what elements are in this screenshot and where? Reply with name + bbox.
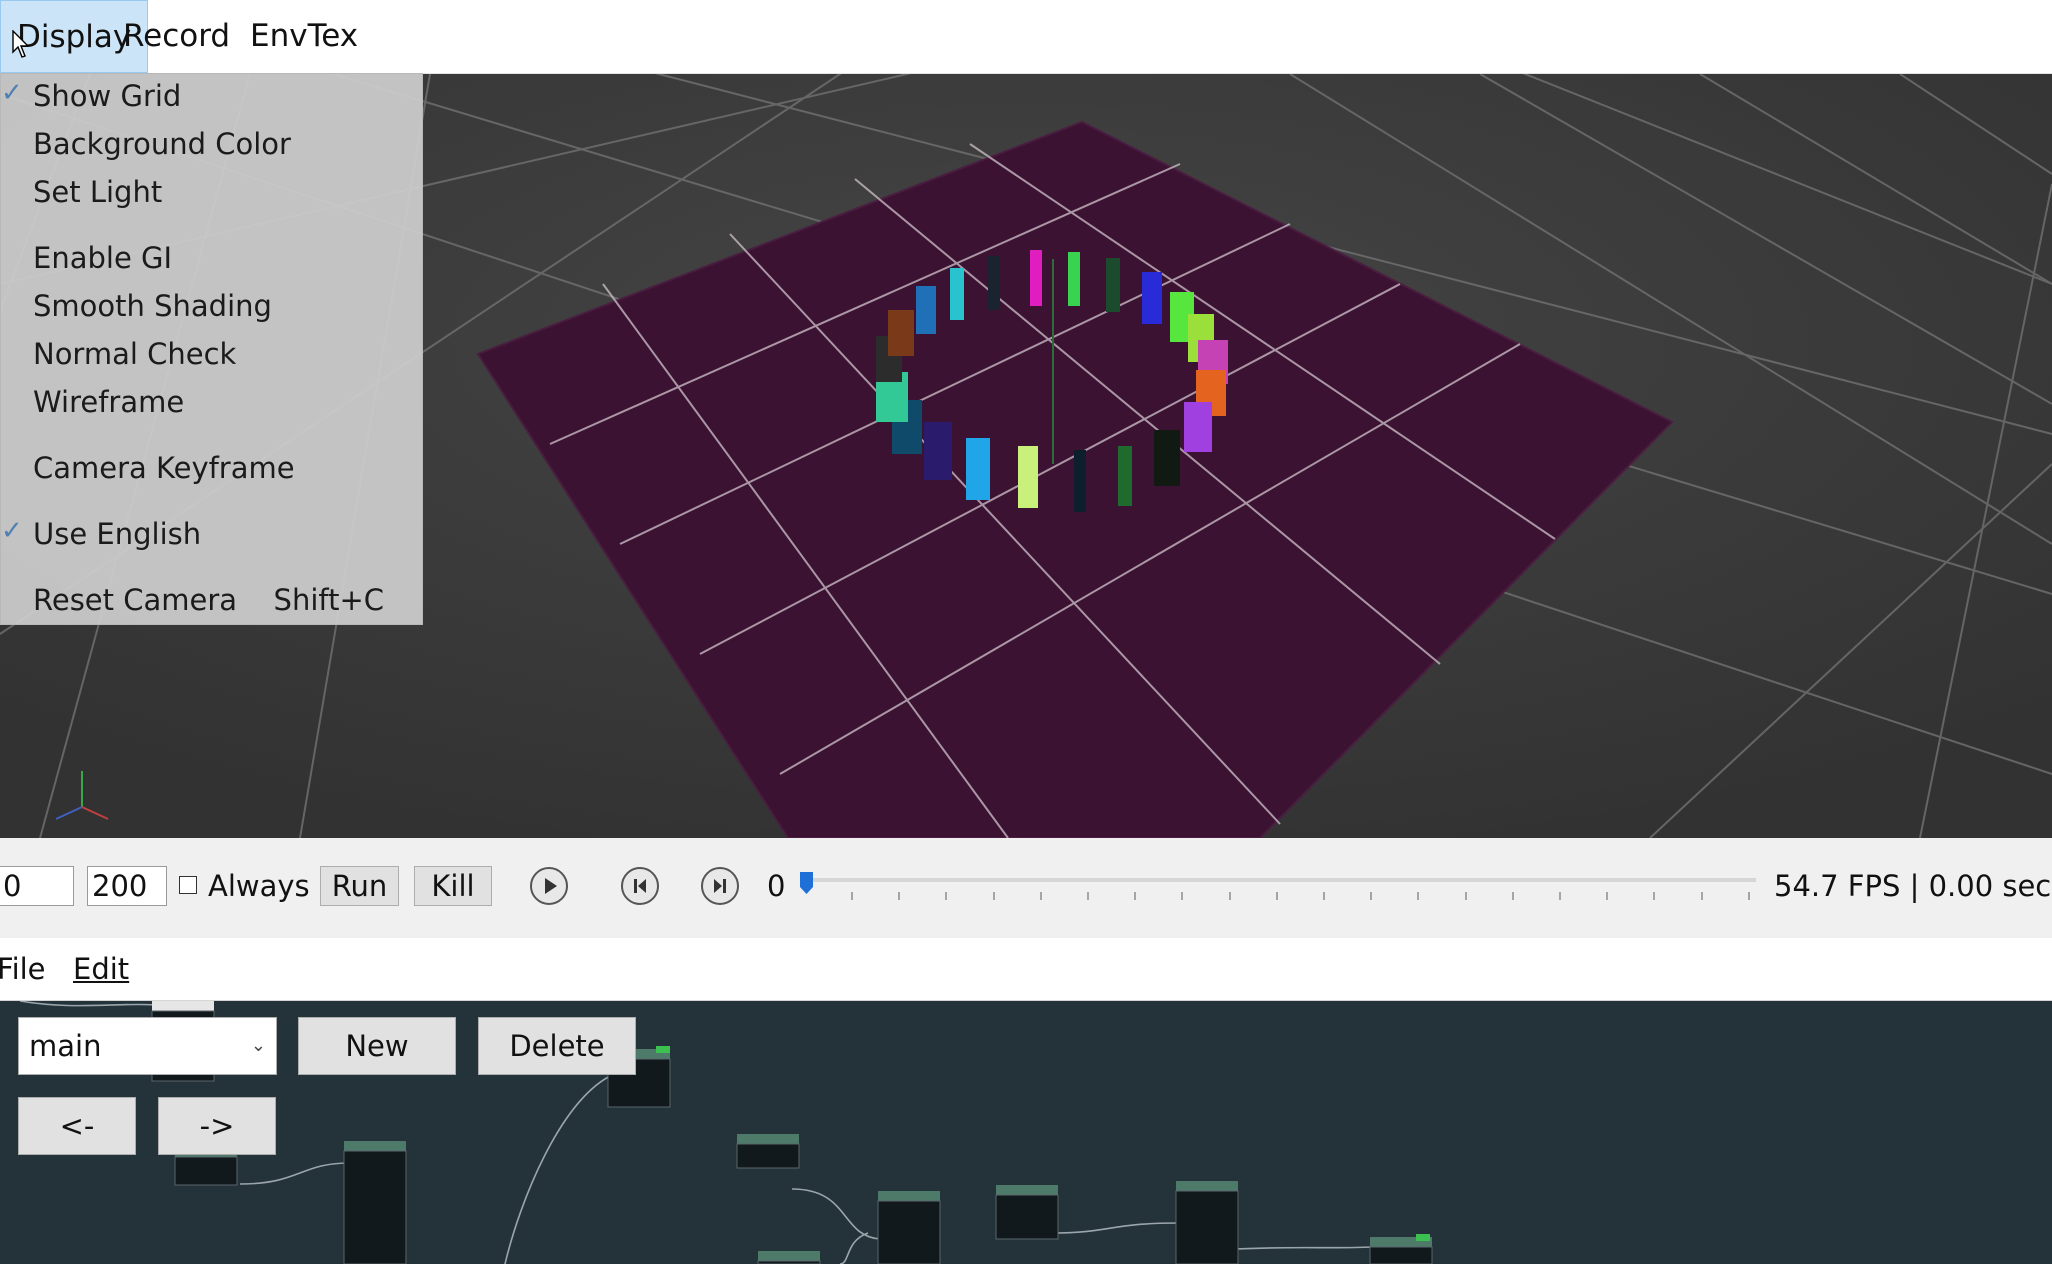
domino	[1142, 272, 1162, 324]
fps-readout: 54.7 FPS | 0.00 secs/s	[1774, 869, 2052, 903]
domino	[1154, 430, 1180, 486]
step-forward-button[interactable]	[701, 867, 739, 905]
delete-graph-button[interactable]: Delete	[478, 1017, 636, 1075]
graph-node	[757, 1251, 821, 1264]
domino	[1030, 250, 1042, 306]
domino	[1068, 252, 1080, 306]
domino	[1184, 402, 1212, 452]
domino	[950, 268, 964, 320]
frame-slider-handle[interactable]	[800, 872, 813, 894]
domino	[1018, 446, 1038, 508]
domino	[966, 438, 990, 500]
domino	[1118, 446, 1132, 506]
start-frame-input[interactable]: 0	[0, 866, 74, 906]
graph-node	[1175, 1181, 1239, 1264]
domino	[916, 286, 936, 334]
use-english-check-icon: ✓	[1, 516, 23, 546]
step-forward-icon	[714, 879, 726, 893]
current-frame-label: 0	[767, 869, 786, 903]
mouse-cursor-icon	[12, 30, 30, 58]
new-graph-button[interactable]: New	[298, 1017, 456, 1075]
menu-record[interactable]: Record	[107, 0, 246, 73]
main-menubar: Display Record EnvTex	[0, 0, 2052, 74]
graph-select-value: main	[29, 1029, 102, 1063]
menu-envtex[interactable]: EnvTex	[234, 0, 374, 73]
graph-node	[877, 1191, 941, 1264]
step-back-icon	[634, 879, 646, 893]
domino	[988, 256, 1000, 310]
menu-item-wireframe[interactable]: Wireframe	[33, 380, 184, 424]
graph-select-dropdown[interactable]: main ⌄	[18, 1017, 277, 1075]
menu-item-use-english[interactable]: Use English	[33, 512, 201, 556]
end-frame-input[interactable]: 200	[87, 866, 167, 906]
menu-item-camera-keyframe[interactable]: Camera Keyframe	[33, 446, 295, 490]
menu-item-enable-gi[interactable]: Enable GI	[33, 236, 172, 280]
menu-item-background-color[interactable]: Background Color	[33, 122, 291, 166]
menu-item-set-light[interactable]: Set Light	[33, 170, 162, 214]
menu-item-show-grid[interactable]: Show Grid	[33, 74, 181, 118]
menu-file[interactable]: File	[0, 938, 46, 1000]
run-button[interactable]: Run	[320, 866, 399, 906]
display-dropdown-menu: ✓ Show Grid Background Color Set Light E…	[0, 73, 423, 625]
domino	[1074, 450, 1086, 512]
frame-slider[interactable]	[800, 866, 1760, 910]
step-back-button[interactable]	[621, 867, 659, 905]
domino	[888, 310, 914, 356]
graph-node	[343, 1141, 407, 1264]
show-grid-check-icon: ✓	[1, 78, 23, 108]
graph-node	[736, 1134, 800, 1169]
node-editor-menubar: File Edit	[0, 938, 2052, 1001]
menu-item-normal-check[interactable]: Normal Check	[33, 332, 236, 376]
play-button[interactable]	[530, 867, 568, 905]
always-checkbox[interactable]	[179, 876, 197, 894]
always-label: Always	[208, 869, 310, 903]
menu-edit[interactable]: Edit	[73, 938, 129, 1000]
previous-graph-button[interactable]: <-	[18, 1097, 136, 1155]
menu-item-smooth-shading[interactable]: Smooth Shading	[33, 284, 272, 328]
domino	[1106, 258, 1120, 312]
next-graph-button[interactable]: ->	[158, 1097, 276, 1155]
chevron-down-icon: ⌄	[250, 1035, 266, 1056]
kill-button[interactable]: Kill	[414, 866, 492, 906]
graph-node	[1369, 1234, 1433, 1264]
domino	[924, 422, 952, 480]
frame-slider-track	[806, 878, 1756, 900]
graph-node	[995, 1185, 1059, 1240]
reset-camera-shortcut: Shift+C	[273, 583, 384, 617]
play-icon	[545, 878, 557, 894]
menu-item-reset-camera[interactable]: Reset Camera	[33, 578, 237, 622]
